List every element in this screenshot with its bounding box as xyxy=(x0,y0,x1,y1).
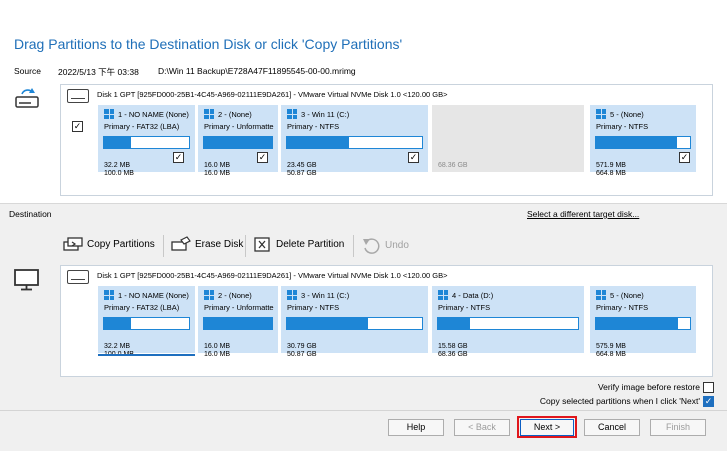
windows-icon xyxy=(104,109,114,119)
usage-bar xyxy=(286,317,423,330)
windows-icon xyxy=(596,109,606,119)
source-partition-5[interactable]: 5 - (None) Primary - NTFS 571.9 MB 664.8 … xyxy=(590,105,696,177)
usage-bar xyxy=(595,317,691,330)
source-disk-checkbox[interactable]: ✓ xyxy=(72,121,83,132)
page-title: Drag Partitions to the Destination Disk … xyxy=(14,36,403,52)
windows-icon xyxy=(104,290,114,300)
restore-disk-icon xyxy=(14,86,40,110)
usage-bar xyxy=(203,136,273,149)
usage-bar xyxy=(286,136,423,149)
usage-bar xyxy=(103,136,190,149)
windows-icon xyxy=(204,109,214,119)
windows-icon xyxy=(287,290,297,300)
usage-bar xyxy=(437,317,579,330)
source-date: 2022/5/13 下午 03:38 xyxy=(58,67,139,77)
back-button[interactable]: < Back xyxy=(454,419,510,436)
destination-partition-2[interactable]: 2 - (None) Primary - Unformatte 16.0 MB 1… xyxy=(198,286,278,358)
usage-bar xyxy=(103,317,190,330)
destination-partition-5[interactable]: 5 - (None) Primary - NTFS 575.9 MB 664.8 … xyxy=(590,286,696,358)
destination-partition-3[interactable]: 3 - Win 11 (C:) Primary - NTFS 30.79 GB 5… xyxy=(281,286,428,358)
delete-partition-button[interactable]: Delete Partition xyxy=(254,236,344,253)
copy-partitions-icon xyxy=(63,237,83,251)
undo-button[interactable]: Undo xyxy=(361,236,409,254)
source-label: Source xyxy=(14,66,41,76)
source-disk-header: Disk 1 GPT [925FD000-25B1-4C45-A969-0211… xyxy=(97,90,448,99)
verify-image-checkbox[interactable] xyxy=(703,382,714,393)
delete-partition-icon xyxy=(254,237,270,252)
next-button[interactable]: Next > xyxy=(520,419,574,436)
destination-partition-4[interactable]: 4 - Data (D:) Primary - NTFS 15.58 GB 68.… xyxy=(432,286,584,358)
toolbar-separator xyxy=(163,235,164,257)
windows-icon xyxy=(204,290,214,300)
source-partition-2[interactable]: 2 - (None) Primary - Unformatte 16.0 MB 1… xyxy=(198,105,278,177)
copy-selected-label: Copy selected partitions when I click 'N… xyxy=(539,396,700,406)
destination-disk-header: Disk 1 GPT [925FD000-25B1-4C45-A969-0211… xyxy=(97,271,448,280)
hard-disk-icon xyxy=(67,270,89,284)
eraser-icon xyxy=(171,236,191,251)
verify-image-label: Verify image before restore xyxy=(597,382,700,392)
hard-disk-icon xyxy=(67,89,89,103)
usage-bar xyxy=(595,136,691,149)
toolbar-separator xyxy=(245,235,246,257)
monitor-icon xyxy=(13,268,41,292)
source-unallocated-space: 68.36 GB xyxy=(432,105,584,172)
partition-checkbox[interactable]: ✓ xyxy=(173,152,184,163)
windows-icon xyxy=(438,290,448,300)
cancel-button[interactable]: Cancel xyxy=(584,419,640,436)
partition-checkbox[interactable]: ✓ xyxy=(257,152,268,163)
undo-icon xyxy=(363,238,380,254)
select-target-disk-link[interactable]: Select a different target disk... xyxy=(527,209,639,219)
toolbar-separator xyxy=(353,235,354,257)
copy-partitions-button[interactable]: Copy Partitions xyxy=(63,236,155,253)
windows-icon xyxy=(596,290,606,300)
destination-label: Destination xyxy=(9,209,52,219)
erase-disk-button[interactable]: Erase Disk xyxy=(171,236,243,253)
usage-bar xyxy=(203,317,273,330)
finish-button[interactable]: Finish xyxy=(650,419,706,436)
destination-partition-1[interactable]: 1 - NO NAME (None) Primary - FAT32 (LBA)… xyxy=(98,286,195,358)
selected-partition-underline xyxy=(98,354,195,356)
source-partition-1[interactable]: 1 - NO NAME (None) Primary - FAT32 (LBA)… xyxy=(98,105,195,177)
copy-selected-checkbox[interactable]: ✓ xyxy=(703,396,714,407)
partition-checkbox[interactable]: ✓ xyxy=(408,152,419,163)
partition-checkbox[interactable]: ✓ xyxy=(679,152,690,163)
source-partition-3[interactable]: 3 - Win 11 (C:) Primary - NTFS 23.45 GB 5… xyxy=(281,105,428,177)
source-path: D:\Win 11 Backup\E728A47F11895545-00-00.… xyxy=(158,66,356,76)
help-button[interactable]: Help xyxy=(388,419,444,436)
footer-divider xyxy=(0,410,727,411)
windows-icon xyxy=(287,109,297,119)
